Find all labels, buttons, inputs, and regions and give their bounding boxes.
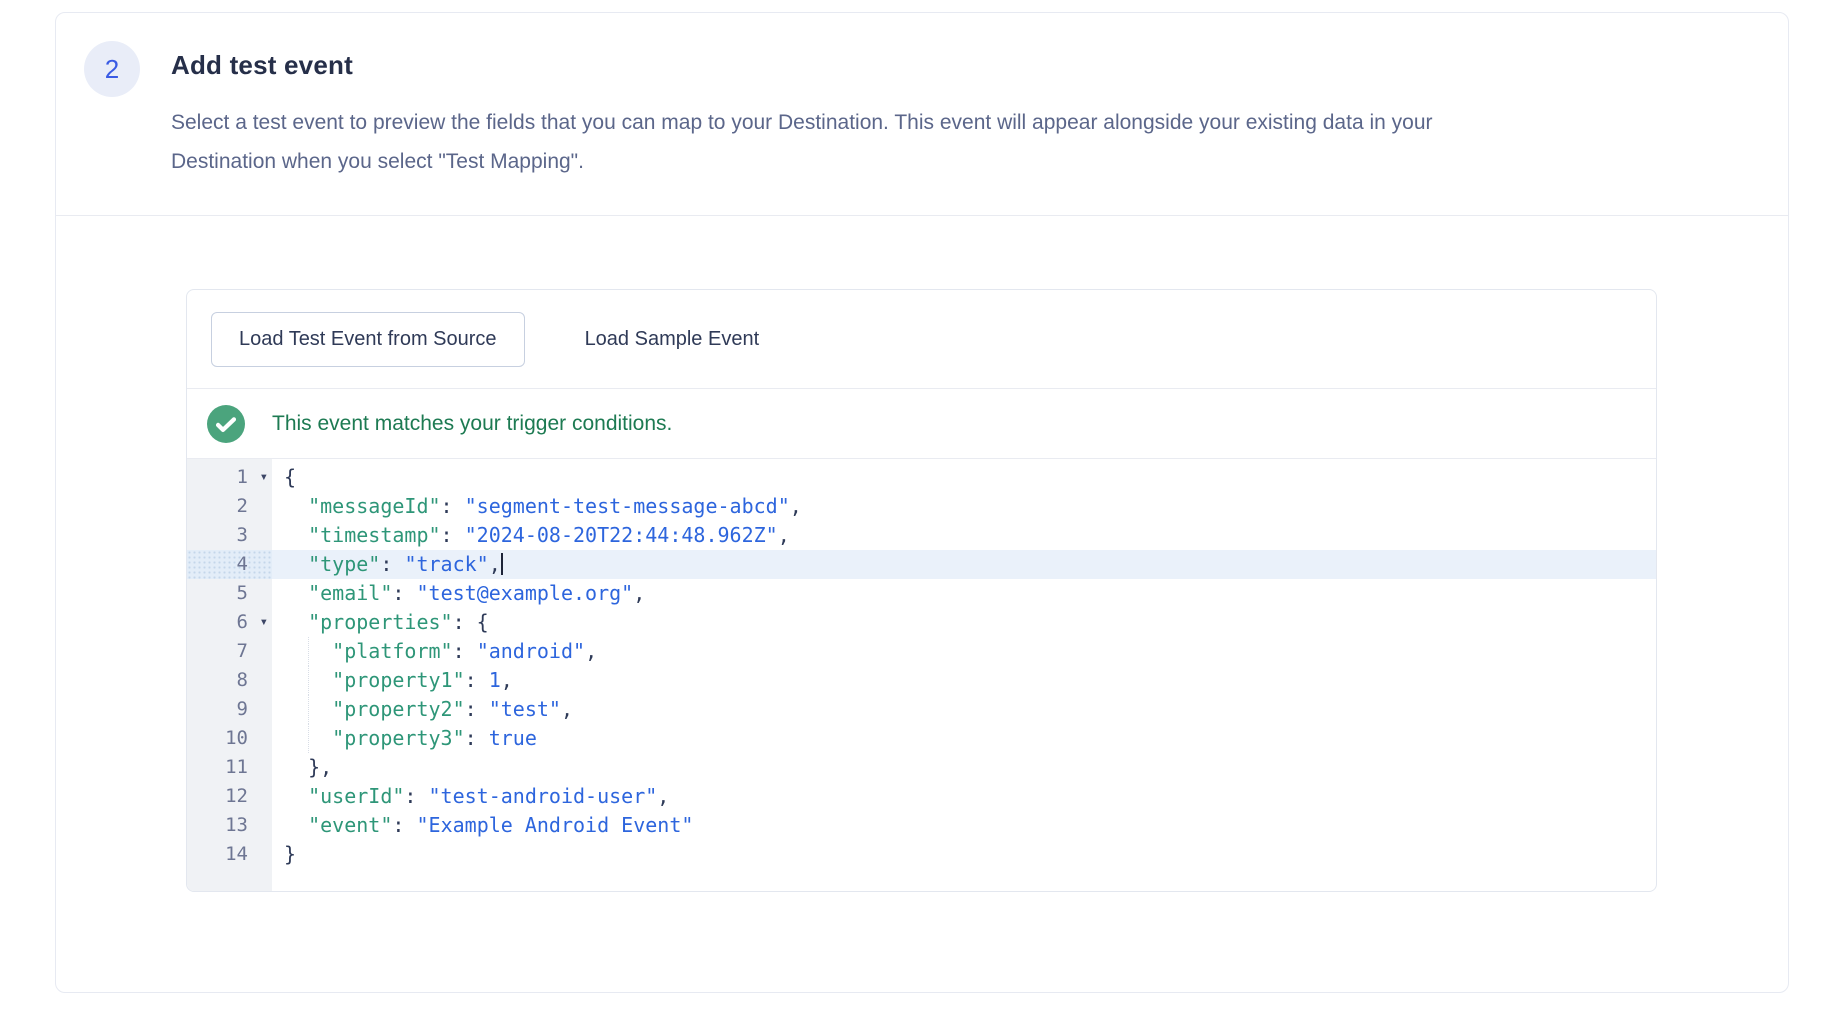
check-circle-icon: [207, 405, 245, 443]
line-number[interactable]: 8: [187, 666, 272, 695]
line-number[interactable]: 1▾: [187, 463, 272, 492]
code-line[interactable]: "property2": "test",: [272, 695, 1656, 724]
code-line[interactable]: "property1": 1,: [272, 666, 1656, 695]
event-source-toolbar: Load Test Event from Source Load Sample …: [187, 290, 1656, 389]
line-number[interactable]: 4: [187, 550, 272, 579]
editor-line[interactable]: 14}: [187, 840, 1656, 869]
editor-line[interactable]: 12 "userId": "test-android-user",: [187, 782, 1656, 811]
fold-arrow-icon[interactable]: ▾: [260, 463, 268, 492]
code-line[interactable]: "messageId": "segment-test-message-abcd"…: [272, 492, 1656, 521]
code-line[interactable]: "timestamp": "2024-08-20T22:44:48.962Z",: [272, 521, 1656, 550]
code-line[interactable]: "properties": {: [272, 608, 1656, 637]
line-number[interactable]: 14: [187, 840, 272, 869]
code-line[interactable]: }: [272, 840, 1656, 869]
fold-arrow-icon[interactable]: ▾: [260, 608, 268, 637]
code-line[interactable]: "event": "Example Android Event": [272, 811, 1656, 840]
editor-line[interactable]: 11 },: [187, 753, 1656, 782]
line-number[interactable]: 2: [187, 492, 272, 521]
load-test-event-button[interactable]: Load Test Event from Source: [211, 312, 525, 367]
editor-line[interactable]: 6▾ "properties": {: [187, 608, 1656, 637]
code-editor[interactable]: 1▾{2 "messageId": "segment-test-message-…: [187, 459, 1656, 891]
editor-line[interactable]: 10 "property3": true: [187, 724, 1656, 753]
step-number-badge: 2: [84, 41, 140, 97]
line-number[interactable]: 7: [187, 637, 272, 666]
editor-line[interactable]: 3 "timestamp": "2024-08-20T22:44:48.962Z…: [187, 521, 1656, 550]
code-line[interactable]: "platform": "android",: [272, 637, 1656, 666]
add-test-event-card: 2 Add test event Select a test event to …: [55, 12, 1789, 993]
editor-line[interactable]: 1▾{: [187, 463, 1656, 492]
editor-line[interactable]: 9 "property2": "test",: [187, 695, 1656, 724]
editor-line[interactable]: 4 "type": "track",: [187, 550, 1656, 579]
trigger-match-message: This event matches your trigger conditio…: [272, 412, 672, 436]
editor-line[interactable]: 8 "property1": 1,: [187, 666, 1656, 695]
line-number[interactable]: 6▾: [187, 608, 272, 637]
line-number[interactable]: 5: [187, 579, 272, 608]
editor-line[interactable]: 13 "event": "Example Android Event": [187, 811, 1656, 840]
code-line[interactable]: "type": "track",: [272, 550, 1656, 579]
step-header-text: Add test event Select a test event to pr…: [171, 41, 1531, 181]
step-description: Select a test event to preview the field…: [171, 103, 1531, 181]
editor-line[interactable]: 7 "platform": "android",: [187, 637, 1656, 666]
code-line[interactable]: {: [272, 463, 1656, 492]
line-number[interactable]: 10: [187, 724, 272, 753]
test-event-panel: Load Test Event from Source Load Sample …: [186, 289, 1657, 892]
page-title: Add test event: [171, 50, 1531, 81]
load-sample-event-button[interactable]: Load Sample Event: [585, 328, 760, 351]
code-line[interactable]: "property3": true: [272, 724, 1656, 753]
line-number[interactable]: 13: [187, 811, 272, 840]
text-cursor: [501, 553, 503, 575]
editor-line[interactable]: 2 "messageId": "segment-test-message-abc…: [187, 492, 1656, 521]
line-number[interactable]: 11: [187, 753, 272, 782]
code-line[interactable]: },: [272, 753, 1656, 782]
line-number[interactable]: 9: [187, 695, 272, 724]
line-number[interactable]: 12: [187, 782, 272, 811]
editor-line[interactable]: 5 "email": "test@example.org",: [187, 579, 1656, 608]
code-line[interactable]: "email": "test@example.org",: [272, 579, 1656, 608]
code-line[interactable]: "userId": "test-android-user",: [272, 782, 1656, 811]
step-header: 2 Add test event Select a test event to …: [56, 13, 1788, 216]
line-number[interactable]: 3: [187, 521, 272, 550]
trigger-match-status: This event matches your trigger conditio…: [187, 389, 1656, 459]
